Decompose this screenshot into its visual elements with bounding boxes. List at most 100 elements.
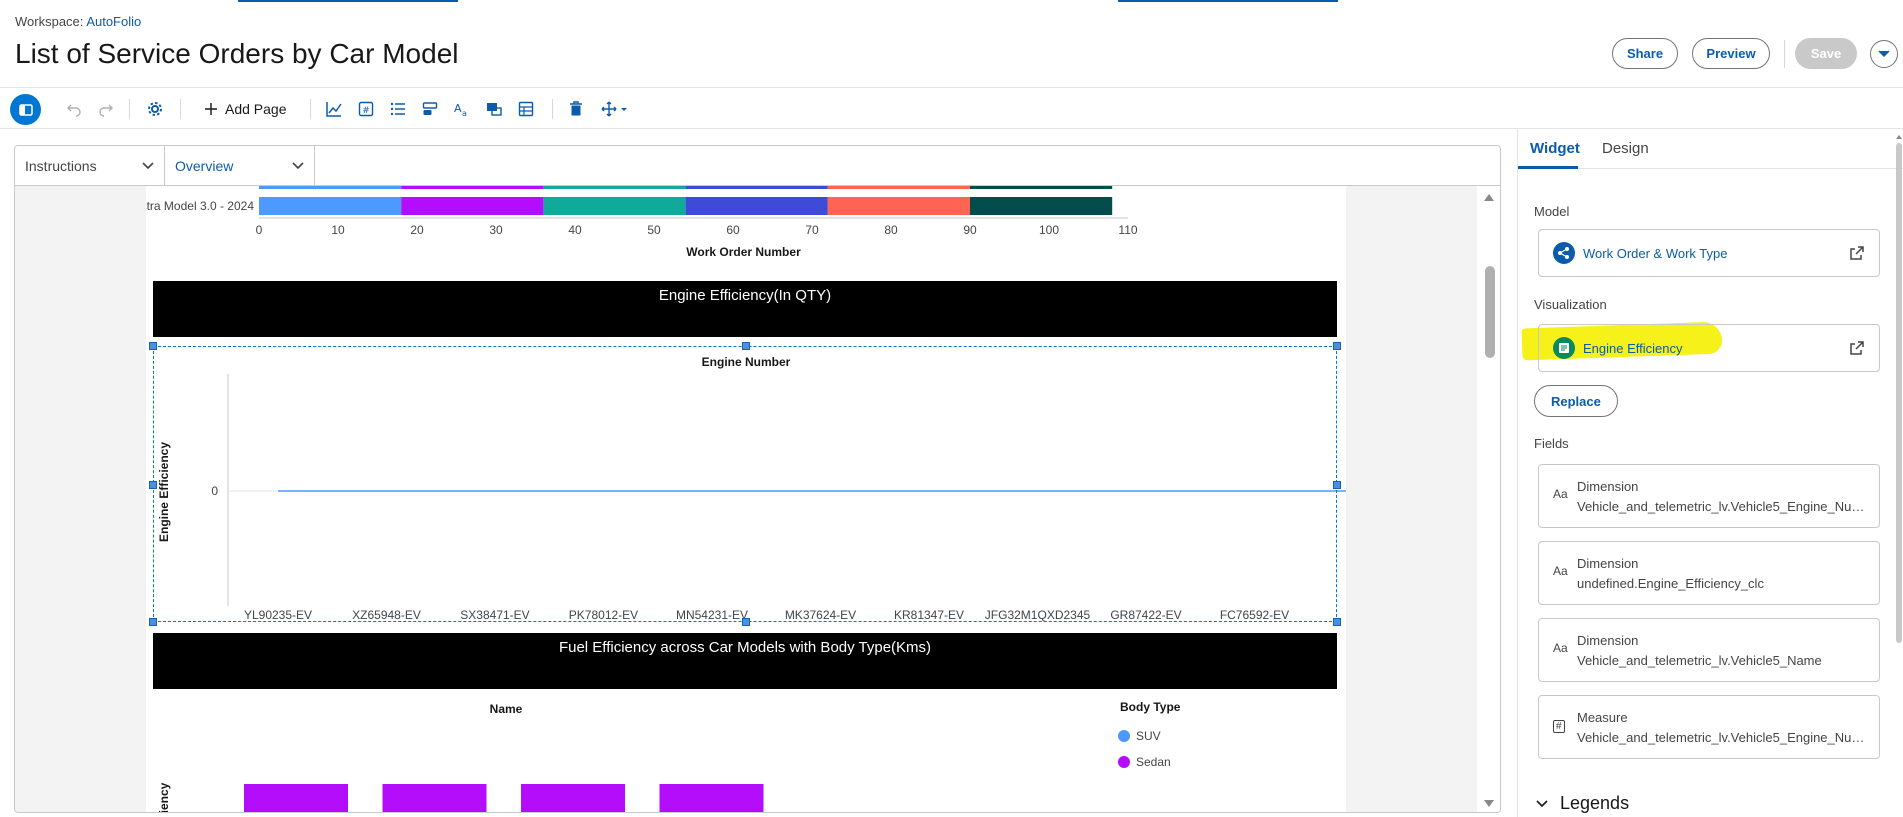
field-type: Measure [1577, 710, 1628, 725]
x-tick-label: 40 [568, 223, 582, 237]
delete-button[interactable] [566, 99, 586, 119]
resize-handle[interactable] [742, 342, 750, 350]
bar-segment [685, 186, 828, 189]
bar-segment [827, 186, 970, 189]
x-tick-label: 70 [805, 223, 819, 237]
number-widget-icon: # [358, 101, 374, 117]
field-card-dimension[interactable]: Aa Dimension Vehicle_and_telemetric_lv.V… [1538, 464, 1880, 528]
scrollbar-thumb[interactable] [1485, 266, 1495, 358]
text-type-icon: Aa [1553, 641, 1568, 655]
more-actions-button[interactable] [1870, 40, 1898, 68]
resize-handle[interactable] [742, 618, 750, 626]
external-link-icon[interactable] [1849, 245, 1865, 261]
preview-button[interactable]: Preview [1692, 38, 1770, 69]
selected-widget-outline[interactable] [149, 342, 1341, 626]
move-button[interactable] [600, 99, 630, 119]
text-type-icon: Aa [1553, 564, 1568, 578]
gear-icon [148, 102, 162, 116]
category-label: Electra Model 3.0 - 2023 [146, 186, 254, 189]
active-tab-indicator [1518, 166, 1578, 169]
add-number-widget-button[interactable]: # [356, 99, 376, 119]
add-container-button[interactable] [420, 99, 440, 119]
toolbar-divider [552, 99, 553, 119]
add-text-button[interactable]: Aa [452, 99, 472, 119]
chart-title: Name [490, 702, 523, 716]
tab-widget[interactable]: Widget [1530, 140, 1580, 157]
bar-segment [259, 186, 402, 189]
bar-segment [543, 197, 686, 215]
model-icon [1553, 242, 1575, 264]
add-table-button[interactable] [516, 99, 536, 119]
legends-section-toggle[interactable]: Legends [1536, 793, 1629, 814]
legend-title: Body Type [1120, 700, 1181, 714]
x-axis-title: Work Order Number [686, 245, 801, 259]
field-type: Dimension [1577, 556, 1639, 571]
replace-button[interactable]: Replace [1534, 385, 1618, 417]
tab-instructions[interactable]: Instructions [15, 146, 165, 186]
svg-text:a: a [462, 109, 467, 117]
tab-overview[interactable]: Overview [165, 146, 315, 186]
field-name: undefined.Engine_Efficiency_clc [1577, 576, 1764, 591]
x-tick-label: 110 [1118, 223, 1137, 237]
app-header: Workspace: AutoFolio List of Service Ord… [0, 0, 1903, 88]
workspace-link[interactable]: AutoFolio [86, 14, 141, 29]
chevron-down-icon [1536, 799, 1548, 807]
resize-handle[interactable] [1333, 618, 1341, 626]
field-type: Dimension [1577, 633, 1639, 648]
table-icon [518, 101, 534, 117]
plus-icon [205, 103, 217, 115]
undo-icon [67, 104, 81, 117]
add-chart-button[interactable] [324, 99, 344, 119]
x-tick-label: 30 [489, 223, 503, 237]
share-button[interactable]: Share [1612, 38, 1678, 69]
resize-handle[interactable] [1333, 342, 1341, 350]
y-axis-title: Efficiency [157, 782, 171, 813]
model-link[interactable]: Work Order & Work Type [1583, 246, 1728, 261]
toolbar-divider [129, 99, 130, 119]
field-card-dimension[interactable]: Aa Dimension undefined.Engine_Efficiency… [1538, 541, 1880, 605]
redo-button[interactable] [96, 99, 116, 119]
canvas-scrollbar[interactable] [1477, 186, 1500, 812]
panel-scrollbar[interactable] [1894, 129, 1903, 817]
settings-button[interactable] [145, 99, 165, 119]
field-type: Dimension [1577, 479, 1639, 494]
tab-label: Overview [175, 158, 234, 174]
resize-handle[interactable] [149, 618, 157, 626]
visualization-link[interactable]: Engine Efficiency [1583, 341, 1683, 356]
bar-segment [401, 186, 544, 189]
visualization-section-label: Visualization [1534, 297, 1607, 312]
add-list-button[interactable] [388, 99, 408, 119]
bar-segment [827, 197, 970, 215]
sedan-bar [382, 784, 487, 812]
sedan-bar [244, 784, 348, 812]
add-image-button[interactable] [484, 99, 504, 119]
undo-button[interactable] [64, 99, 84, 119]
add-page-label: Add Page [225, 101, 287, 117]
svg-text:A: A [454, 102, 462, 115]
tab-design[interactable]: Design [1602, 140, 1649, 157]
x-tick-label: 10 [331, 223, 345, 237]
sidebar-toggle-button[interactable] [10, 94, 41, 125]
x-tick-label: 20 [410, 223, 424, 237]
field-card-dimension[interactable]: Aa Dimension Vehicle_and_telemetric_lv.V… [1538, 618, 1880, 682]
work-order-bar-chart[interactable]: Electra Model 3.0 - 2023 Electra Model 3.… [146, 186, 1346, 266]
move-icon [601, 101, 627, 117]
container-icon [422, 102, 438, 115]
properties-panel: Widget Design Model Work Order & Work Ty… [1517, 129, 1903, 817]
chevron-down-icon [1878, 50, 1890, 58]
header-divider [1784, 40, 1785, 68]
field-card-measure[interactable]: # Measure Vehicle_and_telemetric_lv.Vehi… [1538, 695, 1880, 759]
bar-segment [259, 197, 402, 215]
x-tick-label: 90 [963, 223, 977, 237]
resize-handle[interactable] [149, 342, 157, 350]
add-page-button[interactable]: Add Page [205, 98, 287, 120]
external-link-icon[interactable] [1849, 340, 1865, 356]
text-icon: Aa [454, 102, 467, 117]
model-card[interactable]: Work Order & Work Type [1538, 229, 1880, 277]
sidebar-toggle-icon [18, 103, 33, 116]
resize-handle[interactable] [1333, 481, 1341, 489]
visualization-card[interactable]: Engine Efficiency [1538, 324, 1880, 372]
resize-handle[interactable] [149, 481, 157, 489]
fuel-efficiency-chart[interactable]: NameEfficiency3KBody TypeSUVSedan [146, 696, 1346, 813]
save-button[interactable]: Save [1795, 38, 1857, 69]
